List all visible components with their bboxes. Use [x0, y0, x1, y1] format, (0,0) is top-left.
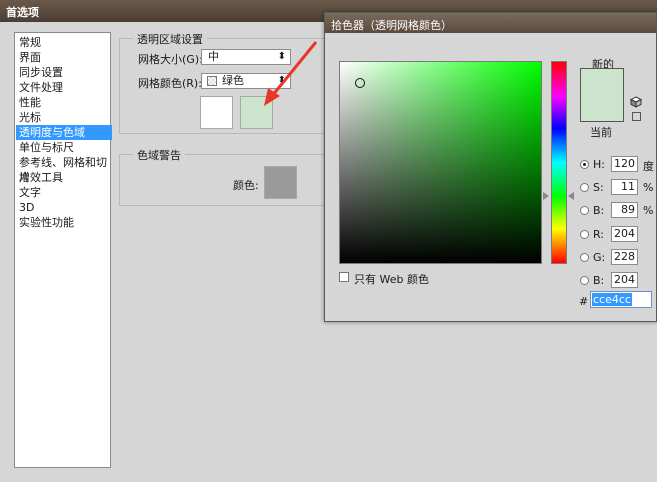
sidebar-item-performance[interactable]: 性能 [16, 95, 112, 110]
hue-slider-right-handle[interactable] [568, 192, 574, 200]
hue-input[interactable]: 120 [611, 156, 638, 172]
red-label: R: [593, 228, 605, 241]
sidebar-item-general[interactable]: 常规 [16, 35, 112, 50]
web-colors-only-label: 只有 Web 颜色 [354, 273, 429, 286]
gamut-warning-title: 色域警告 [133, 147, 185, 163]
window-title: 首选项 [6, 6, 39, 19]
gamut-color-swatch[interactable] [264, 166, 297, 199]
sidebar-item-units-rulers[interactable]: 单位与标尺 [16, 140, 112, 155]
hex-label: # [579, 295, 589, 308]
saturation-radio[interactable] [580, 183, 589, 192]
hue-label: H: [593, 158, 605, 171]
hue-slider[interactable] [551, 61, 567, 264]
grid-size-value: 中 [208, 50, 219, 63]
hue-unit: 度 [643, 160, 654, 173]
sidebar-item-plugins[interactable]: 增效工具 [16, 170, 112, 185]
color-picker-title: 拾色器（透明网格颜色） [331, 19, 452, 32]
green-label: G: [593, 251, 606, 264]
annotation-arrow [264, 41, 318, 106]
brightness-unit: % [643, 204, 654, 217]
current-color-label: 当前 [590, 126, 612, 139]
sidebar-item-interface[interactable]: 界面 [16, 50, 112, 65]
grid-color-label: 网格颜色(R): [138, 77, 202, 90]
red-input[interactable]: 204 [611, 226, 638, 242]
hue-radio[interactable] [580, 160, 589, 169]
blue-radio[interactable] [580, 276, 589, 285]
current-color-swatch[interactable] [580, 103, 624, 122]
sidebar-item-cursors[interactable]: 光标 [16, 110, 112, 125]
color-picker-titlebar: 拾色器（透明网格颜色） [325, 13, 656, 33]
brightness-label: B: [593, 204, 605, 217]
green-radio[interactable] [580, 253, 589, 262]
hue-slider-left-handle[interactable] [543, 192, 549, 200]
sidebar-item-experimental[interactable]: 实验性功能 [16, 215, 112, 230]
brightness-input[interactable]: 89 [611, 202, 638, 218]
saturation-input[interactable]: 11 [611, 179, 638, 195]
color-field-marker[interactable] [355, 78, 365, 88]
blue-input[interactable]: 204 [611, 272, 638, 288]
checker-icon [207, 76, 217, 86]
saturation-unit: % [643, 181, 654, 194]
preferences-sidebar[interactable]: 常规 界面 同步设置 文件处理 性能 光标 透明度与色域 单位与标尺 参考线、网… [14, 32, 112, 468]
grid-color-value: 绿色 [222, 74, 244, 87]
saturation-label: S: [593, 181, 604, 194]
web-safe-color-swatch[interactable] [632, 112, 641, 121]
brightness-radio[interactable] [580, 206, 589, 215]
sidebar-item-3d[interactable]: 3D [16, 200, 112, 215]
new-color-swatch [580, 68, 624, 103]
sidebar-item-type[interactable]: 文字 [16, 185, 112, 200]
sidebar-item-file-handling[interactable]: 文件处理 [16, 80, 112, 95]
sidebar-item-transparency-gamut[interactable]: 透明度与色域 [16, 125, 112, 140]
transparency-group-title: 透明区域设置 [133, 31, 207, 47]
green-input[interactable]: 228 [611, 249, 638, 265]
web-colors-only-checkbox[interactable] [339, 272, 349, 282]
hex-value: cce4cc [592, 293, 632, 306]
sidebar-item-sync[interactable]: 同步设置 [16, 65, 112, 80]
saturation-brightness-field[interactable] [339, 61, 542, 264]
grid-size-label: 网格大小(G): [138, 53, 203, 66]
sidebar-item-guides-grid-slices[interactable]: 参考线、网格和切片 [16, 155, 112, 184]
blue-label: B: [593, 274, 605, 287]
gamut-color-label: 颜色: [233, 179, 259, 192]
hex-input[interactable]: cce4cc [590, 291, 652, 308]
red-radio[interactable] [580, 230, 589, 239]
grid-light-swatch[interactable] [200, 96, 233, 129]
web-safe-cube-icon[interactable] [630, 96, 642, 108]
